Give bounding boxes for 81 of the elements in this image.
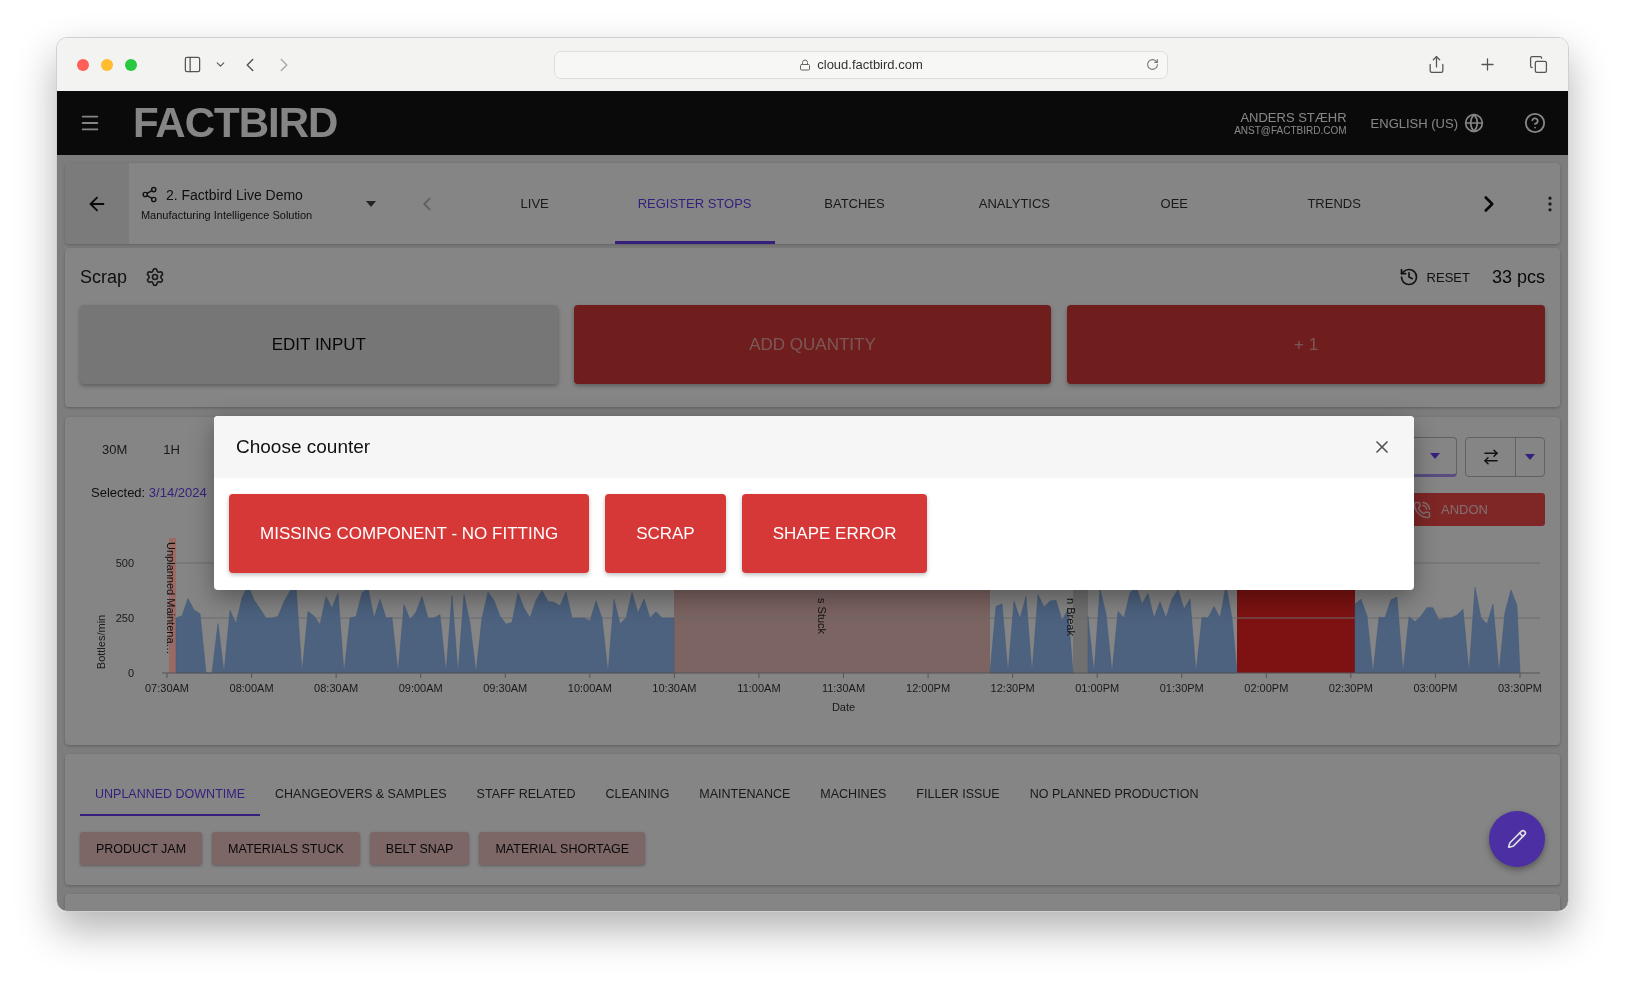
- axis-tick-label: 12:00PM: [906, 682, 951, 694]
- axis-tick-label: 03:30PM: [1498, 682, 1542, 694]
- nav-tab[interactable]: REGISTER STOPS: [614, 163, 775, 244]
- range-button[interactable]: 1H: [157, 442, 186, 457]
- arrows-icon: [1481, 448, 1500, 466]
- counter-title: Scrap: [80, 266, 128, 288]
- counter-button[interactable]: EDIT INPUT: [80, 305, 558, 384]
- axis-tick-label: 0: [127, 667, 134, 679]
- category-tab[interactable]: FILLER ISSUE: [901, 774, 1015, 816]
- lock-icon: [799, 58, 812, 71]
- stop-reason-chip[interactable]: PRODUCT JAM: [80, 832, 203, 865]
- user-email: ANST@FACTBIRD.COM: [1234, 125, 1347, 136]
- stop-reason-chip[interactable]: BELT SNAP: [369, 832, 470, 865]
- axis-tick-label: 09:00AM: [398, 682, 443, 694]
- plus-icon[interactable]: [1478, 55, 1497, 74]
- axis-tick-label: 500: [115, 557, 134, 569]
- nav-tab[interactable]: LIVE: [454, 163, 615, 244]
- range-button[interactable]: 30M: [96, 442, 134, 457]
- caret-icon: [1430, 453, 1440, 459]
- dialog-title: Choose counter: [236, 436, 371, 458]
- category-tab[interactable]: MACHINES: [805, 774, 902, 816]
- axis-tick-label: 01:30PM: [1159, 682, 1204, 694]
- axis-title: Bottles/min: [95, 614, 107, 670]
- nav-tab[interactable]: TRENDS: [1254, 163, 1415, 244]
- category-tab[interactable]: NO PLANNED PRODUCTION: [1014, 774, 1214, 816]
- axis-tick-label: 08:00AM: [229, 682, 274, 694]
- counter-option-button[interactable]: SHAPE ERROR: [741, 494, 928, 573]
- selected-date: Selected: 3/14/2024: [91, 485, 207, 500]
- axis-tick-label: 02:00PM: [1244, 682, 1289, 694]
- help-icon[interactable]: [1524, 112, 1546, 134]
- stop-label: s Stuck: [816, 598, 828, 635]
- axis-tick-label: 10:00AM: [567, 682, 612, 694]
- counter-option-button[interactable]: SCRAP: [605, 494, 726, 573]
- axis-tick-label: 02:30PM: [1328, 682, 1373, 694]
- logo: FACTBIRD: [133, 99, 338, 147]
- axis-tick-label: 01:00PM: [1075, 682, 1120, 694]
- nav-tab[interactable]: ANALYTICS: [934, 163, 1095, 244]
- category-tab[interactable]: UNPLANNED DOWNTIME: [80, 774, 260, 816]
- address-bar[interactable]: cloud.factbird.com: [554, 50, 1168, 79]
- user-name: ANDERS STÆHR: [1240, 110, 1347, 124]
- history-icon: [1398, 267, 1419, 287]
- category-tab[interactable]: CHANGEOVERS & SAMPLES: [260, 774, 462, 816]
- category-tab[interactable]: CLEANING: [590, 774, 685, 816]
- nav-tab[interactable]: OEE: [1094, 163, 1255, 244]
- line-subtitle: Manufacturing Intelligence Solution: [140, 209, 314, 221]
- reset-button[interactable]: RESET: [1392, 266, 1476, 288]
- axis-tick-label: 08:30AM: [314, 682, 359, 694]
- stop-label: n Break: [1064, 598, 1077, 636]
- axis-tick-label: 12:30PM: [990, 682, 1035, 694]
- axis-tick-label: 250: [115, 612, 134, 624]
- pencil-icon: [1507, 829, 1527, 849]
- axis-tick-label: 07:30AM: [145, 682, 189, 694]
- stop-reason-chip[interactable]: MATERIALS STUCK: [212, 832, 360, 865]
- axis-tick-label: 10:30AM: [652, 682, 697, 694]
- sidebar-icon[interactable]: [183, 55, 202, 74]
- view-dropdown[interactable]: [1465, 437, 1545, 477]
- stop-reason-chip[interactable]: MATERIAL SHORTAGE: [479, 832, 646, 865]
- edit-button[interactable]: [1489, 811, 1545, 867]
- axis-tick-label: 03:00PM: [1413, 682, 1458, 694]
- dropdown-button[interactable]: [1413, 437, 1457, 477]
- count: 33 pcs: [1491, 266, 1545, 288]
- caret-icon: [365, 200, 376, 207]
- settings-icon[interactable]: [145, 267, 166, 287]
- counter-option-button[interactable]: MISSING COMPONENT - NO FITTING: [229, 494, 590, 573]
- caret-icon: [1525, 454, 1535, 460]
- reload-icon[interactable]: [1146, 57, 1159, 71]
- nodes-icon: [140, 186, 158, 203]
- share-icon[interactable]: [1427, 55, 1446, 74]
- axis-title: Date: [831, 701, 856, 713]
- stop-label: Unplanned Maintena…: [165, 542, 177, 655]
- nav-tab[interactable]: BATCHES: [774, 163, 935, 244]
- close-window-button[interactable]: [77, 58, 89, 71]
- language-button[interactable]: ENGLISH (US): [1370, 115, 1458, 131]
- globe-icon[interactable]: [1464, 113, 1484, 133]
- axis-tick-label: 11:00AM: [737, 682, 781, 694]
- axis-tick-label: 11:30AM: [821, 682, 866, 694]
- tabs-icon[interactable]: [1529, 55, 1548, 74]
- category-tab[interactable]: MAINTENANCE: [684, 774, 806, 816]
- line-name: 2. Factbird Live Demo: [165, 186, 303, 203]
- category-tab[interactable]: STAFF RELATED: [461, 774, 591, 816]
- axis-tick-label: 09:30AM: [483, 682, 528, 694]
